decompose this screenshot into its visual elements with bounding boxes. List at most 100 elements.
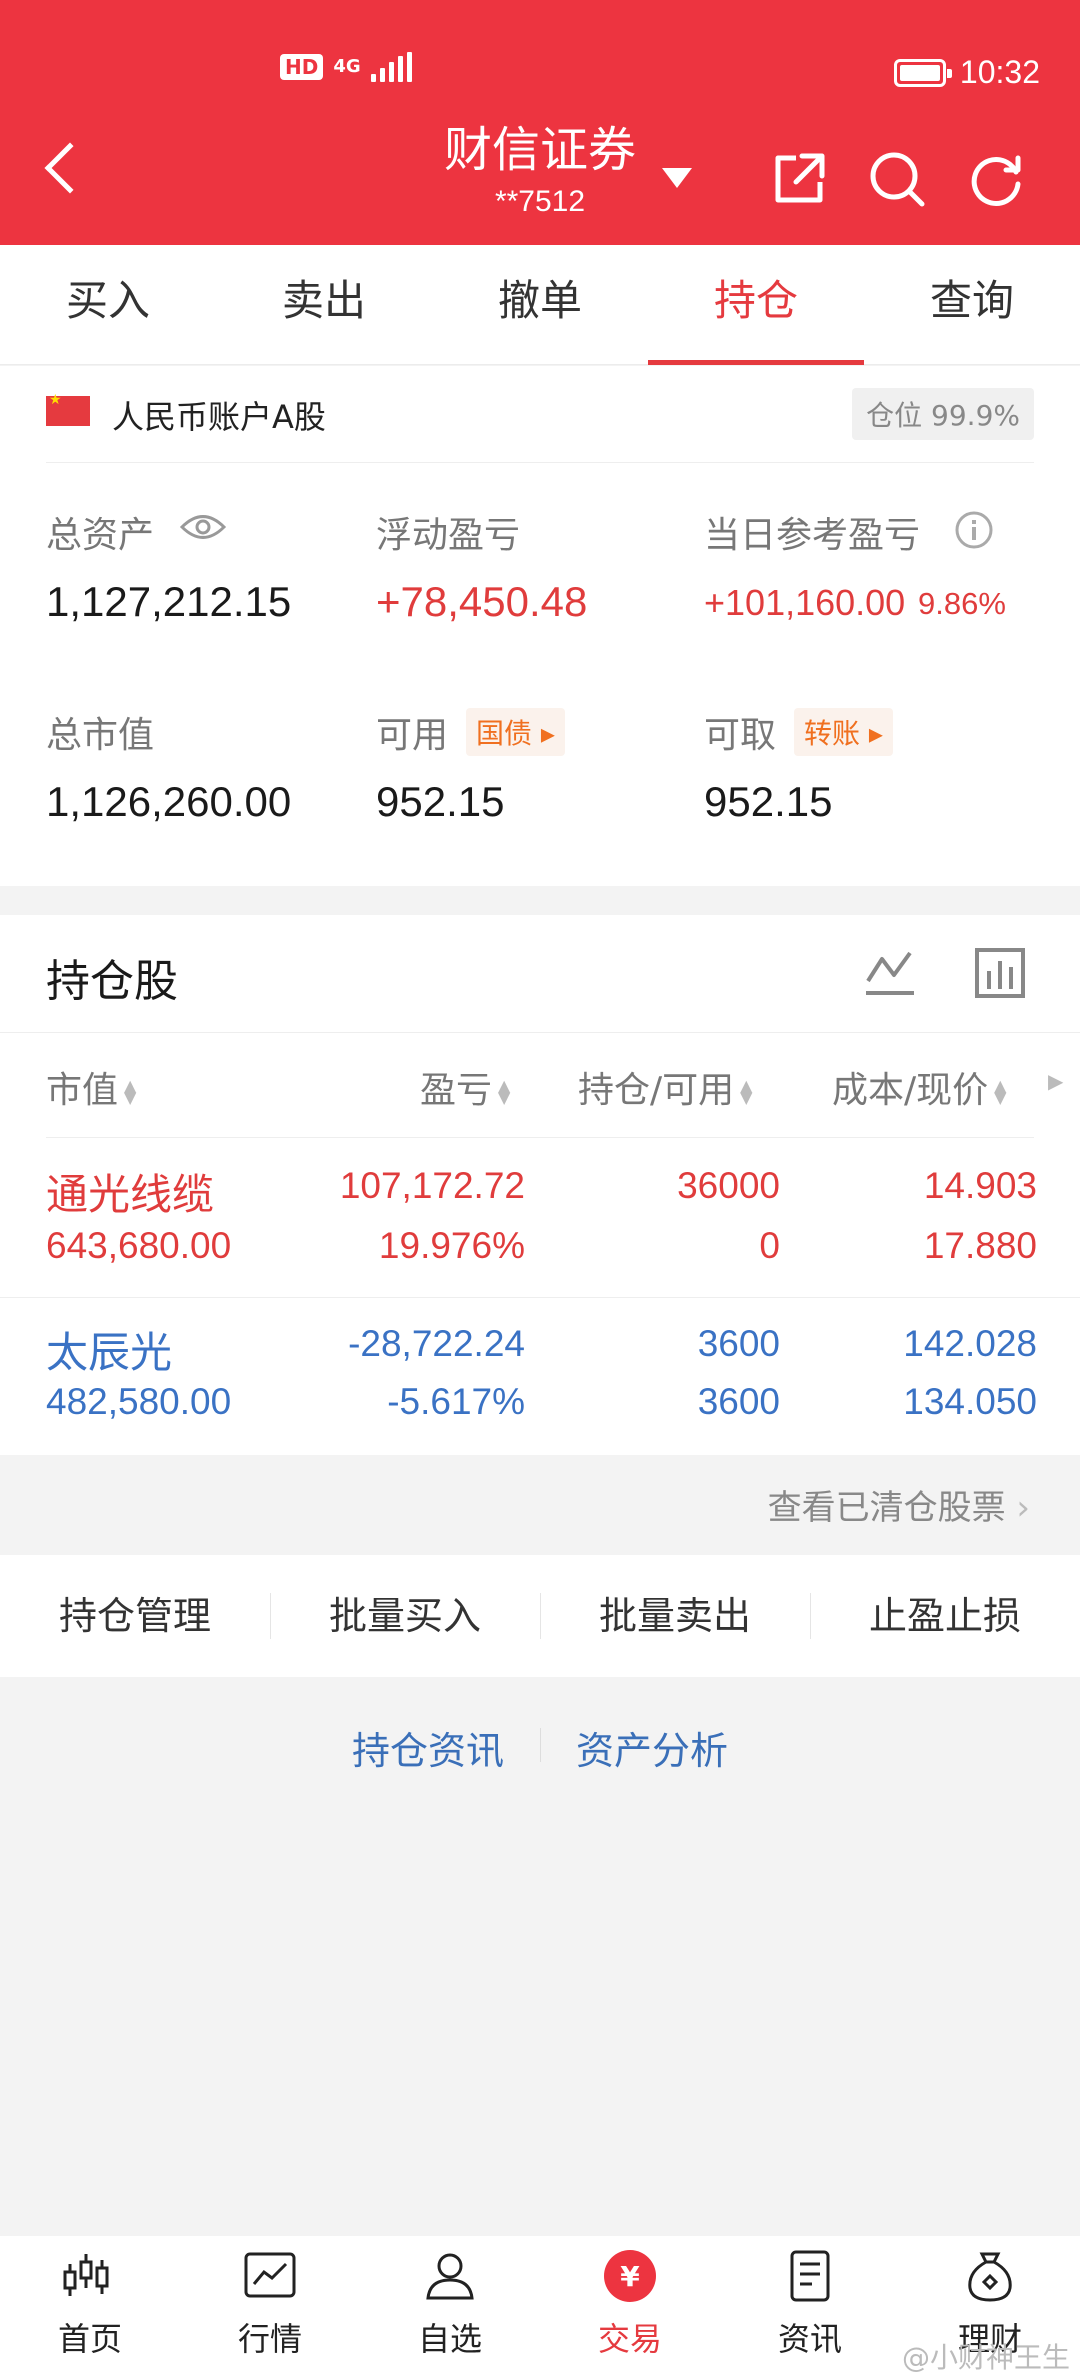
treasury-tag[interactable]: 国债 ▸: [466, 708, 565, 756]
total-assets-value: 1,127,212.15: [46, 578, 292, 625]
holdings-title: 持仓股: [46, 956, 178, 1007]
broker-title: 财信证券: [443, 122, 636, 178]
line-chart-icon[interactable]: [862, 945, 918, 1001]
stock-market-value: 482,580.00: [46, 1381, 232, 1422]
nav-home-label: 首页: [57, 2320, 122, 2358]
float-pl-value: +78,450.48: [376, 578, 588, 625]
available-value: 952.15: [376, 778, 505, 825]
holdings-panel: 持仓股 市值 ▲ ▼ 盈亏 ▲ ▼ 持仓/可用 ▲ ▼ 成本/现价 ▲ ▼ ▶ 通光线缆 643…: [0, 915, 1080, 1455]
stock-name: 通光线缆: [46, 1170, 215, 1219]
search-icon[interactable]: [866, 148, 928, 210]
signal-icon: [370, 52, 412, 82]
col-hold-avail[interactable]: 持仓/可用 ▲ ▼: [578, 1061, 754, 1113]
divider: [540, 1728, 541, 1762]
app: HD 4G 10:32 财信证券 **7512 买入 卖出 撤单 持仓 查询 ★…: [0, 0, 1080, 2376]
stock-cost: 14.903: [923, 1165, 1037, 1206]
user-icon: [426, 2253, 474, 2300]
refresh-icon[interactable]: [966, 148, 1028, 210]
holdings-actions: 持仓管理 批量买入 批量卖出 止盈止损: [0, 1555, 1080, 1677]
take-profit-stop-loss-button[interactable]: 止盈止损: [810, 1555, 1080, 1677]
stock-pl: 107,172.72: [339, 1165, 525, 1206]
total-assets-label: 总资产: [46, 515, 155, 556]
money-bag-icon: [968, 2252, 1012, 2302]
stock-avail: 3600: [697, 1381, 780, 1422]
stock-hold: 36000: [677, 1165, 780, 1206]
watermark: @小财神王生: [901, 2341, 1070, 2374]
col-cost-price-label: 成本/现价: [832, 1070, 989, 1111]
sort-icon: ▲ ▼: [740, 1076, 753, 1107]
stock-pl: -28,722.24: [348, 1323, 525, 1364]
tab-holdings[interactable]: 持仓: [648, 245, 864, 365]
transfer-tag[interactable]: 转账 ▸: [794, 708, 893, 756]
float-pl-label: 浮动盈亏: [376, 515, 521, 556]
nav-news[interactable]: 资讯: [720, 2236, 900, 2376]
stock-pl-percent: -5.617%: [387, 1381, 525, 1422]
account-type: 人民币账户A股: [112, 398, 326, 436]
stock-price: 134.050: [903, 1381, 1037, 1422]
col-market-value-label: 市值: [46, 1070, 119, 1111]
withdrawable-value: 952.15: [704, 778, 833, 825]
manage-holdings-button[interactable]: 持仓管理: [0, 1555, 270, 1677]
sort-icon: ▲ ▼: [498, 1076, 511, 1107]
trade-tabs: 买入 卖出 撤单 持仓 查询: [0, 245, 1080, 365]
transfer-tag-label: 转账: [804, 717, 861, 750]
asset-analysis-link[interactable]: 资产分析: [576, 1720, 728, 1775]
holdings-news-link[interactable]: 持仓资讯: [352, 1720, 504, 1775]
status-indicators: HD 4G: [280, 52, 412, 82]
hd-badge: HD: [280, 54, 324, 80]
nav-trade-label: 交易: [597, 2320, 662, 2358]
stock-pl-percent: 19.976%: [378, 1225, 525, 1266]
status-right: 10:32: [893, 54, 1040, 91]
yuan-icon: ¥: [604, 2250, 656, 2302]
nav-watchlist[interactable]: 自选: [360, 2236, 540, 2376]
tab-cancel[interactable]: 撤单: [432, 245, 648, 365]
withdrawable-label: 可取: [704, 715, 777, 756]
network-label: 4G: [333, 56, 361, 77]
divider: [46, 462, 1034, 463]
scroll-right-icon[interactable]: ▶: [1048, 1069, 1063, 1093]
position-badge: 仓位 99.9%: [852, 388, 1034, 440]
header-bar: HD 4G 10:32 财信证券 **7512: [0, 0, 1080, 245]
tab-sell[interactable]: 卖出: [216, 245, 432, 365]
day-pl-label: 当日参考盈亏: [704, 515, 921, 556]
nav-market[interactable]: 行情: [180, 2236, 360, 2376]
col-hold-avail-label: 持仓/可用: [578, 1070, 735, 1111]
bar-chart-icon[interactable]: [972, 945, 1028, 1001]
col-pl-label: 盈亏: [420, 1070, 493, 1111]
batch-buy-button[interactable]: 批量买入: [270, 1555, 540, 1677]
clock: 10:32: [959, 54, 1040, 90]
stock-cost: 142.028: [903, 1323, 1037, 1364]
sort-icon: ▲ ▼: [994, 1076, 1007, 1107]
divider: [0, 1297, 1080, 1298]
stock-name: 太辰光: [46, 1328, 173, 1377]
nav-market-label: 行情: [237, 2320, 302, 2358]
chevron-right-icon: ›: [1016, 1488, 1030, 1528]
nav-watchlist-label: 自选: [417, 2320, 482, 2358]
tab-buy[interactable]: 买入: [0, 245, 216, 365]
cleared-stocks-link[interactable]: 查看已清仓股票 ›: [768, 1480, 1030, 1529]
cleared-stocks-label: 查看已清仓股票: [767, 1488, 1006, 1528]
account-summary: 人民币账户A股 仓位 99.9% 总资产 1,127,212.15 浮动盈亏 +…: [0, 366, 1080, 886]
nav-trade[interactable]: ¥ 交易: [540, 2236, 720, 2376]
eye-icon[interactable]: [180, 512, 226, 542]
candlestick-icon: [63, 2254, 109, 2296]
divider: [0, 1032, 1080, 1033]
back-icon[interactable]: [44, 142, 96, 194]
col-market-value[interactable]: 市值 ▲ ▼: [46, 1061, 138, 1113]
stock-price: 17.880: [923, 1225, 1037, 1266]
dropdown-icon[interactable]: [662, 168, 692, 188]
day-pl-percent: 9.86%: [918, 586, 1006, 621]
stock-avail: 0: [759, 1225, 780, 1266]
broker-selector[interactable]: 财信证券 **7512: [420, 120, 660, 220]
tab-query[interactable]: 查询: [864, 245, 1080, 365]
col-pl[interactable]: 盈亏 ▲ ▼: [420, 1061, 512, 1113]
treasury-tag-label: 国债: [476, 717, 533, 750]
stock-hold: 3600: [697, 1323, 780, 1364]
market-chart-icon: [244, 2252, 296, 2298]
nav-home[interactable]: 首页: [0, 2236, 180, 2376]
col-cost-price[interactable]: 成本/现价 ▲ ▼: [832, 1061, 1008, 1113]
battery-icon: [893, 58, 952, 87]
share-icon[interactable]: [768, 148, 830, 210]
batch-sell-button[interactable]: 批量卖出: [540, 1555, 810, 1677]
info-icon[interactable]: [954, 510, 994, 550]
